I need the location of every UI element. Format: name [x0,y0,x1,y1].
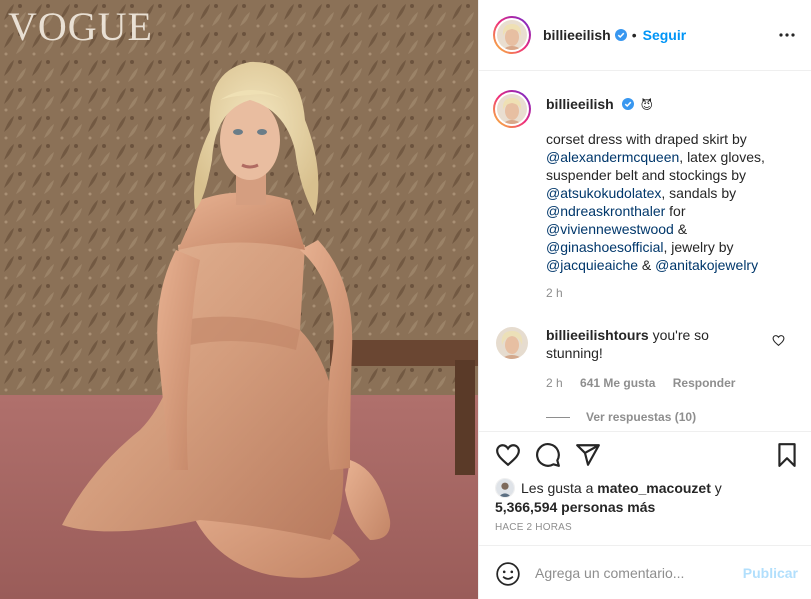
verified-badge-icon [614,29,627,41]
story-ring[interactable] [493,16,531,54]
likes-middle: y [710,480,722,496]
post-caption: billieeilish 😈 corset dress with draped … [493,90,798,300]
comment-composer: Publicar [479,545,811,599]
caption-text-segment: , jewelry by [663,239,734,255]
caption-text-segment: & [673,221,688,237]
likes-prefix: Les gusta a [521,480,598,496]
send-icon[interactable] [575,442,601,468]
liker-avatar[interactable] [495,478,515,498]
caption-text-segment: , sandals by [661,185,737,201]
caption-mention-link[interactable]: @jacquieaiche [546,257,638,273]
comment-likes[interactable]: 641 Me gusta [580,376,655,390]
author-username[interactable]: billieeilish [543,27,611,43]
bookmark-icon[interactable] [774,442,800,468]
liker-username[interactable]: mateo_macouzet [597,480,711,496]
comment-timestamp[interactable]: 2 h [546,376,563,390]
dot-separator: • [631,27,637,43]
smiley-icon[interactable] [495,561,521,587]
post-actions: Les gusta a mateo_macouzet y 5,366,594 p… [479,431,811,599]
photo-illustration: VOGUE [0,0,478,599]
post-photo[interactable]: VOGUE [0,0,478,599]
reply-button[interactable]: Responder [673,376,736,390]
heart-icon[interactable] [495,442,521,468]
replies-divider [546,417,570,419]
post-header: billieeilish • Seguir [479,0,811,71]
caption-text-segment: for [665,203,686,219]
likes-summary: Les gusta a mateo_macouzet y 5,366,594 p… [495,478,722,516]
commenter-username[interactable]: billieeilishtours [546,327,649,343]
comment-like-heart-icon[interactable] [772,334,785,347]
caption-avatar[interactable] [497,94,527,124]
caption-mention-link[interactable]: @ndreaskronthaler [546,203,665,219]
comment-meta: 2 h 641 Me gusta Responder [546,376,749,390]
vogue-watermark: VOGUE [8,4,153,49]
author-avatar[interactable] [497,20,527,50]
comment-body: billieeilishtours you're so stunning! [546,326,761,362]
commenter-avatar[interactable] [496,327,528,359]
verified-badge-icon [621,98,634,110]
comment-icon[interactable] [535,442,561,468]
publish-button[interactable]: Publicar [743,565,798,581]
caption-mention-link[interactable]: @ginashoesofficial [546,239,663,255]
view-replies-label: Ver respuestas (10) [586,410,697,424]
view-replies-button[interactable]: Ver respuestas (10) [546,410,696,424]
comment-input[interactable] [535,563,735,583]
follow-button[interactable]: Seguir [643,27,687,43]
caption-mention-link[interactable]: @atsukokudolatex [546,185,661,201]
post-details-panel: billieeilish • Seguir billieeilish 😈 cor… [478,0,811,599]
caption-mention-link[interactable]: @alexandermcqueen [546,149,679,165]
caption-text-segment: & [638,257,656,273]
caption-text-segment: corset dress with draped skirt by [546,131,747,147]
post-timestamp[interactable]: HACE 2 HORAS [495,522,572,533]
caption-timestamp[interactable]: 2 h [546,286,563,300]
likes-count[interactable]: 5,366,594 personas más [495,499,655,515]
caption-username[interactable]: billieeilish [546,96,614,112]
devil-emoji: 😈 [640,98,653,112]
caption-mention-link[interactable]: @viviennewestwood [546,221,674,237]
more-icon[interactable] [778,26,796,44]
caption-mention-link[interactable]: @anitakojewelry [655,257,758,273]
caption-story-ring[interactable] [493,90,531,128]
caption-text: corset dress with draped skirt by @alexa… [546,130,786,274]
